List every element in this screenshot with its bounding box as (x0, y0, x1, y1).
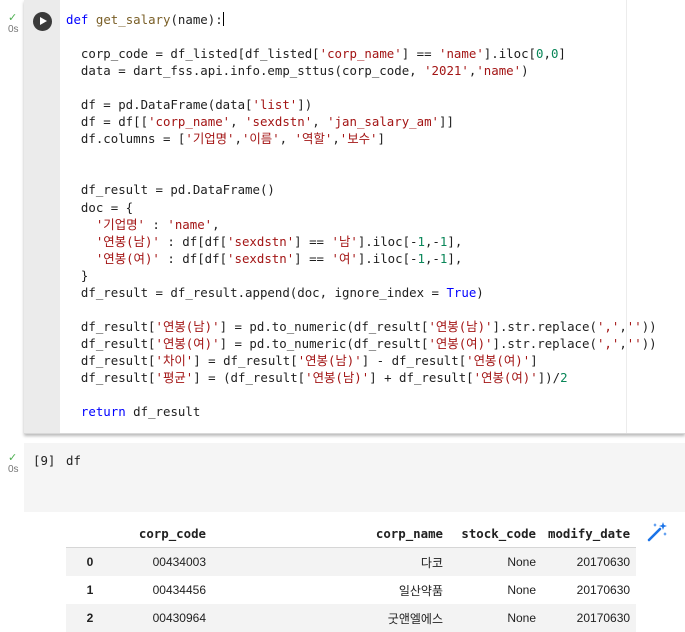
magic-wand-icon[interactable] (644, 519, 670, 545)
column-header: corp_code (114, 519, 212, 548)
code-line: df = pd.DataFrame(data['list']) (66, 97, 313, 113)
code-line: df_result['연봉(남)'] = pd.to_numeric(df_re… (66, 318, 657, 334)
cell-corp-code: 00434456 (152, 583, 206, 597)
code-line: df_result['차이'] = df_result['연봉(남)'] - d… (66, 352, 538, 368)
play-icon[interactable] (33, 12, 52, 31)
code-line: '연봉(여)' : df[df['sexdstn'] == '여'].iloc[… (95, 250, 463, 266)
code-line: data = dart_fss.api.info.emp_sttus(corp_… (66, 63, 529, 79)
code-line: df_result = df_result.append(doc, ignore… (66, 284, 484, 300)
exec-time: 0s (8, 464, 19, 475)
code-line: df_result['연봉(여)'] = pd.to_numeric(df_re… (66, 335, 657, 351)
code-line: '연봉(남)' : df[df['sexdstn'] == '남'].iloc[… (95, 233, 463, 249)
cell-stock-code: None (507, 583, 536, 597)
cell-corp-code: 00430964 (114, 604, 212, 632)
exec-time: 0s (8, 24, 19, 35)
table-row: 2 00430964 굿앤엘에스 None 20170630 (66, 604, 637, 632)
code-line: ​ (66, 147, 657, 164)
code-line: doc = { (66, 199, 134, 215)
table-header-row: corp_code corp_name stock_code modify_da… (66, 519, 637, 548)
cell-gutter (24, 0, 60, 433)
column-header: stock_code (449, 519, 542, 548)
code-line: df.columns = ['기업명','이름', '역할','보수'] (66, 131, 385, 147)
code-line: ​ (66, 386, 657, 403)
cell-corp-name: 굿앤엘에스 (212, 604, 449, 632)
code-line: corp_code = df_listed[df_listed['corp_na… (66, 46, 566, 62)
code-line: df = df[['corp_name', 'sexdstn', 'jan_sa… (66, 114, 454, 130)
column-header (66, 519, 114, 548)
check-icon: ✓ (8, 452, 18, 464)
check-icon: ✓ (8, 12, 18, 24)
row-index: 0 (66, 547, 114, 576)
code-line: ​ (66, 301, 657, 318)
code-line: ​ (66, 79, 657, 96)
cell-corp-name: 다코 (212, 547, 449, 576)
code-line: '기업명' : 'name', (95, 216, 220, 232)
code-cell[interactable]: [9] df (24, 443, 685, 512)
cell-stock-code: None (449, 604, 542, 632)
code-editor[interactable]: def get_salary(name):​ corp_code = df_li… (66, 11, 657, 420)
dataframe-output: corp_code corp_name stock_code modify_da… (66, 519, 637, 632)
code-line: } (66, 267, 89, 283)
cell-modify-date: 20170630 (542, 604, 637, 632)
row-index: 2 (66, 604, 114, 632)
row-index: 1 (86, 583, 94, 597)
column-header: corp_name (212, 519, 449, 548)
code-line: df_result = pd.DataFrame() (66, 182, 275, 198)
cell-modify-date: 20170630 (576, 583, 631, 597)
cell-status: ✓ 0s (8, 452, 19, 476)
table-row: 1 00434456 일산약품 None 20170630 (66, 576, 636, 604)
cell-status: ✓ 0s (8, 12, 19, 36)
code-editor[interactable]: df (66, 453, 81, 468)
cell-modify-date: 20170630 (542, 547, 637, 576)
code-cell[interactable]: def get_salary(name):​ corp_code = df_li… (24, 0, 685, 434)
cell-stock-code: None (449, 547, 542, 576)
execution-count: [9] (33, 453, 56, 468)
column-header: modify_date (542, 519, 637, 548)
code-line: def get_salary(name): (66, 12, 224, 27)
table-row: 0 00434003 다코 None 20170630 (66, 547, 637, 576)
cell-corp-code: 00434003 (114, 547, 212, 576)
code-line: return df_result (80, 404, 201, 420)
code-line: ​ (66, 28, 657, 45)
code-line: ​ (66, 164, 657, 181)
code-line: df_result['평균'] = (df_result['연봉(남)'] + … (66, 369, 568, 385)
cell-corp-name: 일산약품 (398, 583, 443, 598)
